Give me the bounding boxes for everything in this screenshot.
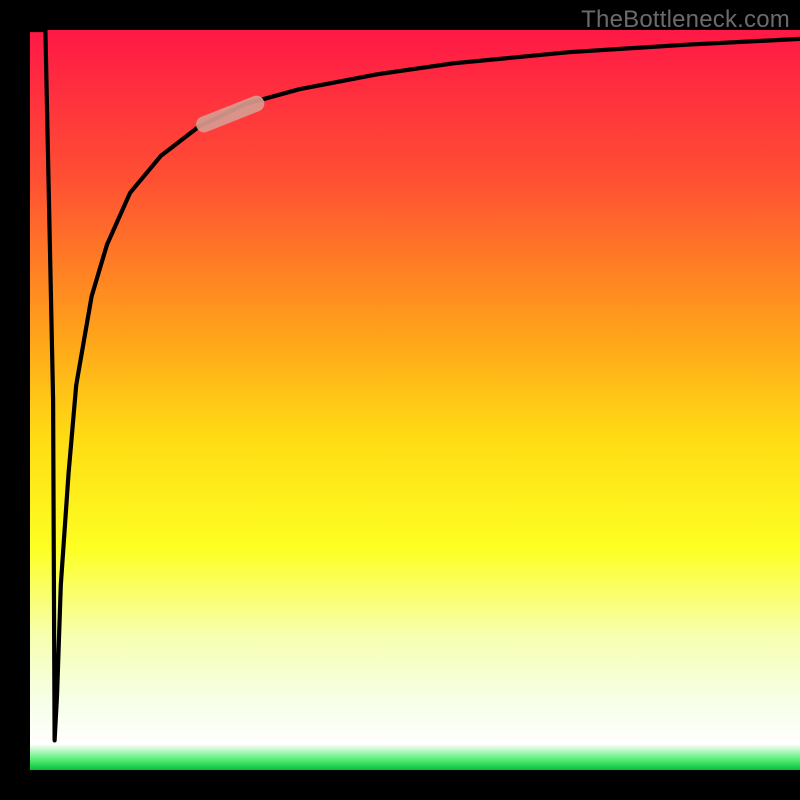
plot-background — [30, 30, 800, 770]
watermark-text: TheBottleneck.com — [581, 6, 790, 34]
x-axis-bar — [0, 770, 800, 800]
bottleneck-chart — [0, 0, 800, 800]
chart-container: TheBottleneck.com — [0, 0, 800, 800]
y-axis-bar — [0, 0, 30, 800]
